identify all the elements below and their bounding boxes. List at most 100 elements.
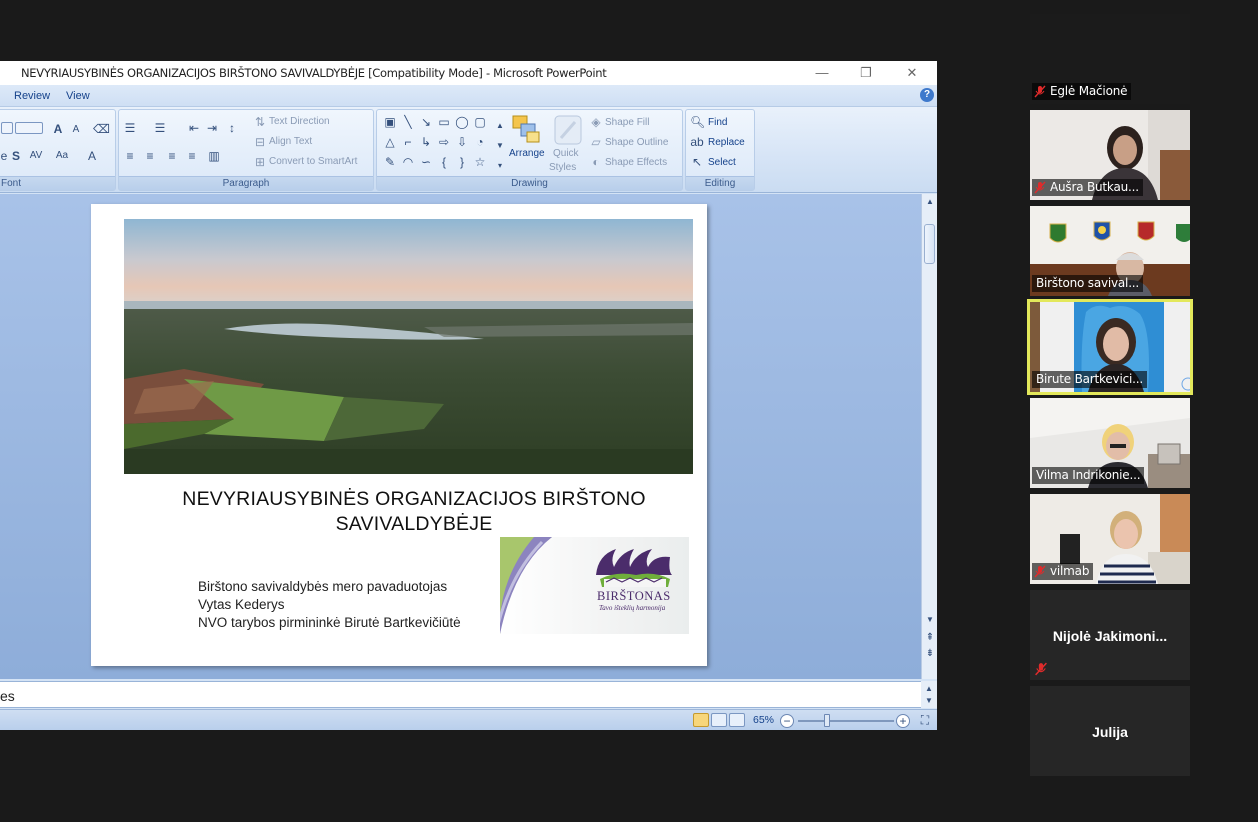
elbow-arrow-icon[interactable]: ↳ — [419, 136, 433, 148]
grow-font-icon[interactable]: A — [51, 123, 65, 135]
rounded-rect-shape-icon[interactable]: ▢ — [473, 116, 487, 128]
next-slide-icon[interactable]: ⇟ — [923, 648, 937, 660]
restore-button[interactable]: ❐ — [852, 64, 880, 82]
line-shape-icon[interactable]: ╲ — [401, 116, 415, 128]
oval-shape-icon[interactable]: ◯ — [455, 116, 469, 128]
slideshow-icon[interactable] — [729, 713, 745, 727]
slide-title-line2: SAVIVALDYBĖJE — [335, 513, 493, 535]
zoom-slider[interactable] — [798, 720, 894, 722]
participant-tile-5[interactable]: Vilma Indrikonie... — [1030, 398, 1190, 488]
change-case-icon[interactable]: Aa — [55, 150, 69, 162]
select-icon: ↖ — [691, 155, 703, 169]
rectangle-shape-icon[interactable]: ▭ — [437, 116, 451, 128]
participant-tile-3[interactable]: Birštono savival... — [1030, 206, 1190, 296]
slide-sorter-icon[interactable] — [711, 713, 727, 727]
notes-scroll-down-icon[interactable]: ▼ — [922, 695, 936, 707]
participant-tile-8[interactable]: Julija — [1030, 686, 1190, 776]
aerial-landscape-photo — [124, 219, 693, 474]
scroll-up-icon[interactable]: ▲ — [923, 196, 937, 208]
find-button[interactable]: Find — [708, 117, 727, 128]
shape-effects-button: Shape Effects — [605, 157, 668, 168]
notes-text: es — [0, 688, 15, 704]
slide[interactable]: NEVYRIAUSYBINĖS ORGANIZACIJOS BIRŠTONO S… — [91, 204, 707, 666]
gallery-down-icon[interactable]: ▼ — [493, 140, 507, 152]
star-shape-icon[interactable]: ☆ — [473, 156, 487, 168]
decrease-indent-icon[interactable]: ⇤ — [187, 122, 201, 134]
brace-right-shape-icon[interactable]: } — [455, 156, 469, 168]
title-bar: NEVYRIAUSYBINĖS ORGANIZACIJOS BIRŠTONO S… — [0, 61, 937, 85]
participant-tile-2[interactable]: Aušra Butkau... — [1030, 110, 1190, 200]
gallery-up-icon[interactable]: ▲ — [493, 120, 507, 132]
elbow-connector-icon[interactable]: ⌐ — [401, 136, 415, 148]
line-spacing-icon[interactable]: ↕ — [225, 122, 239, 134]
participant-name-label: Nijolė Jakimoni... — [1052, 628, 1168, 644]
logo-slogan: Tavo išteklių harmonija — [599, 604, 666, 612]
gallery-more-icon[interactable]: ▾ — [493, 160, 507, 172]
align-center-icon[interactable]: ≡ — [143, 150, 157, 162]
notes-pane[interactable]: es — [0, 681, 921, 708]
increase-indent-icon[interactable]: ⇥ — [205, 122, 219, 134]
participant-tile-7[interactable]: Nijolė Jakimoni... — [1030, 590, 1190, 680]
previous-slide-icon[interactable]: ⇞ — [923, 632, 937, 644]
curve-shape-icon[interactable]: ∽ — [419, 156, 433, 168]
notes-scrollbar[interactable]: ▲ ▼ — [921, 681, 937, 708]
scroll-thumb[interactable] — [924, 224, 935, 264]
font-color-icon[interactable]: A — [85, 150, 99, 162]
numbering-icon[interactable]: ☰ — [153, 122, 167, 134]
vertical-scrollbar[interactable]: ▲ ▼ ⇞ ⇟ — [921, 194, 937, 679]
participant-tile-4-active-speaker[interactable]: Birute Bartkevici... — [1027, 299, 1193, 395]
tab-review[interactable]: Review — [14, 90, 50, 102]
font-size-box[interactable] — [15, 122, 43, 134]
participant-tile-1[interactable]: Eglė Mačionė — [1030, 14, 1190, 104]
tab-view[interactable]: View — [66, 90, 90, 102]
paragraph-group-label: Paragraph — [119, 176, 373, 190]
normal-view-icon[interactable] — [693, 713, 709, 727]
down-arrow-shape-icon[interactable]: ⇩ — [455, 136, 469, 148]
status-bar: 65% − + ⛶ — [0, 709, 937, 730]
bullets-icon[interactable]: ☰ — [123, 122, 137, 134]
arc-shape-icon[interactable]: ◠ — [401, 156, 415, 168]
close-button[interactable]: ✕ — [898, 64, 926, 82]
quick-styles-icon — [554, 115, 582, 145]
participant-name-label: Birute Bartkevici... — [1032, 371, 1147, 388]
find-icon: 🔍︎ — [690, 115, 706, 129]
callout-shape-icon[interactable]: ◔ — [473, 136, 487, 148]
zoom-slider-thumb[interactable] — [824, 714, 830, 727]
shapes-gallery[interactable]: ▣ ╲ ↘ ▭ ◯ ▢ △ ⌐ ↳ ⇨ ⇩ ◔ ✎ ◠ ∽ { } ☆ ▲ ▼ — [381, 114, 505, 172]
justify-icon[interactable]: ≡ — [185, 150, 199, 162]
align-text-icon: ⊟ — [254, 135, 266, 149]
align-text-button: Align Text — [269, 136, 313, 147]
align-left-icon[interactable]: ≡ — [123, 150, 137, 162]
char-spacing-icon[interactable]: AV — [29, 150, 43, 162]
freeform-shape-icon[interactable]: ✎ — [383, 156, 397, 168]
clear-format-icon[interactable]: ⌫ — [93, 123, 110, 135]
align-right-icon[interactable]: ≡ — [165, 150, 179, 162]
select-button[interactable]: Select — [708, 157, 736, 168]
participant-tile-6[interactable]: vilmab — [1030, 494, 1190, 584]
columns-icon[interactable]: ▥ — [207, 150, 221, 162]
font-name-box[interactable] — [1, 122, 13, 134]
fit-to-window-icon[interactable]: ⛶ — [918, 714, 932, 726]
zoom-out-icon[interactable]: − — [780, 714, 794, 728]
right-arrow-shape-icon[interactable]: ⇨ — [437, 136, 451, 148]
arrange-button[interactable]: Arrange — [509, 112, 545, 174]
slide-title-line1: NEVYRIAUSYBINĖS ORGANIZACIJOS BIRŠTONO — [182, 488, 646, 510]
strikethrough-icon[interactable]: S — [9, 150, 23, 162]
replace-button[interactable]: Replace — [708, 137, 745, 148]
brace-left-shape-icon[interactable]: { — [437, 156, 451, 168]
scroll-down-icon[interactable]: ▼ — [923, 614, 937, 626]
notes-scroll-up-icon[interactable]: ▲ — [922, 683, 936, 695]
help-icon[interactable]: ? — [920, 88, 934, 102]
text-direction-button: Text Direction — [269, 116, 330, 127]
logo-text: BIRŠTONAS — [597, 589, 671, 603]
triangle-shape-icon[interactable]: △ — [383, 136, 397, 148]
minimize-button[interactable]: — — [808, 64, 836, 82]
zoom-level[interactable]: 65% — [753, 714, 774, 726]
participant-name-label: Vilma Indrikonie... — [1032, 467, 1145, 484]
zoom-in-icon[interactable]: + — [896, 714, 910, 728]
shape-fill-button: Shape Fill — [605, 117, 650, 128]
shrink-font-icon[interactable]: A — [69, 124, 83, 136]
powerpoint-window: NEVYRIAUSYBINĖS ORGANIZACIJOS BIRŠTONO S… — [0, 61, 937, 730]
arrow-line-shape-icon[interactable]: ↘ — [419, 116, 433, 128]
textbox-shape-icon[interactable]: ▣ — [383, 116, 397, 128]
